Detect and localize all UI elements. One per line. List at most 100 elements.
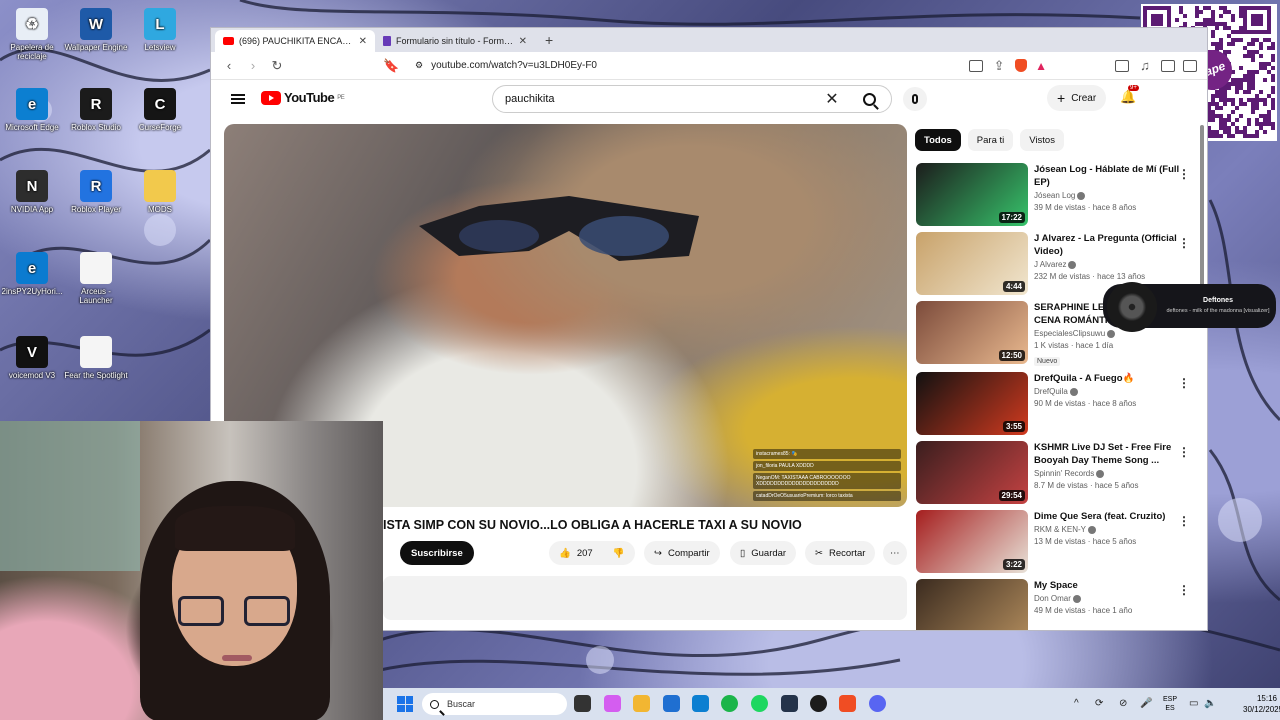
desktop-icon[interactable]: R Roblox Studio xyxy=(64,88,128,132)
desktop-icon[interactable]: Vvoicemod V3 xyxy=(0,336,64,380)
windows-start-icon[interactable] xyxy=(397,696,413,712)
channel-name[interactable]: J Alvarez xyxy=(1034,260,1180,269)
channel-name[interactable]: RKM & KEN-Y xyxy=(1034,525,1180,534)
chip-para-ti[interactable]: Para ti xyxy=(967,129,1014,151)
tray-app-icon[interactable]: ⟳ xyxy=(1095,698,1103,709)
brave-icon[interactable] xyxy=(839,695,856,712)
brave-rewards-icon[interactable]: ▲ xyxy=(1035,59,1047,73)
video-title[interactable]: KSHMR Live DJ Set - Free Fire Booyah Day… xyxy=(1034,441,1180,467)
video-thumbnail[interactable]: 3:55 xyxy=(916,372,1028,435)
split-view-icon[interactable] xyxy=(1161,59,1175,72)
recommended-video[interactable]: 17:22 Jósean Log - Háblate de Mí (Full EP… xyxy=(916,163,1196,227)
subscribe-button[interactable]: Suscribirse xyxy=(400,541,474,565)
menu-icon[interactable] xyxy=(231,94,245,104)
channel-name[interactable]: Spinnin' Records xyxy=(1034,469,1180,478)
discord-icon[interactable] xyxy=(869,695,886,712)
bookmark-icon[interactable]: 🔖 xyxy=(383,58,399,74)
music-icon[interactable]: ♫ xyxy=(1137,58,1153,73)
back-icon[interactable]: ‹ xyxy=(221,58,237,73)
youtube-logo[interactable]: YouTube PE xyxy=(261,90,345,105)
share-icon[interactable]: ⇪ xyxy=(991,58,1007,74)
recommendations-scrollbar[interactable] xyxy=(1200,125,1204,305)
wallet-icon[interactable] xyxy=(1183,59,1197,72)
edge-icon[interactable] xyxy=(692,695,709,712)
close-tab-icon[interactable]: ✕ xyxy=(359,36,367,47)
new-tab-button[interactable]: + xyxy=(535,32,563,52)
sidebar-icon[interactable] xyxy=(1115,59,1129,72)
site-info-icon[interactable]: ⚙ xyxy=(415,60,423,71)
desktop-icon[interactable]: R Roblox Player xyxy=(64,170,128,214)
video-thumbnail[interactable]: 12:50 xyxy=(916,301,1028,364)
channel-name[interactable]: DrefQuila xyxy=(1034,387,1180,396)
chip-todos[interactable]: Todos xyxy=(915,129,961,151)
cast-icon[interactable] xyxy=(969,59,984,72)
desktop-icon[interactable]: Fear the Spotlight xyxy=(64,336,128,380)
share-button[interactable]: ↪ Compartir xyxy=(644,541,720,565)
desktop-icon[interactable]: e Microsoft Edge xyxy=(0,88,64,132)
description-box[interactable] xyxy=(383,576,907,620)
video-thumbnail[interactable] xyxy=(916,579,1028,630)
recommended-video[interactable]: 29:54 KSHMR Live DJ Set - Free Fire Booya… xyxy=(916,441,1196,505)
channel-name[interactable]: EspecialesClipsuwu xyxy=(1034,329,1180,338)
recommended-video[interactable]: 3:55 DrefQuila - A Fuego🔥 DrefQuila 90 M de… xyxy=(916,372,1196,436)
more-options-icon[interactable]: ⋮ xyxy=(1178,167,1190,181)
chip-vistos[interactable]: Vistos xyxy=(1020,129,1064,151)
microphone-icon[interactable]: 🎤 xyxy=(1140,698,1152,709)
create-button[interactable]: + Crear xyxy=(1047,85,1107,111)
clear-search-icon[interactable]: ✕ xyxy=(817,89,847,109)
desktop-icon[interactable]: MODS xyxy=(128,170,192,214)
more-actions-button[interactable]: ⋯ xyxy=(883,541,907,565)
desktop-icon[interactable]: C CurseForge xyxy=(128,88,192,132)
network-icon[interactable]: ▭ xyxy=(1189,698,1198,709)
clock[interactable]: 15:16 30/12/2025 xyxy=(1243,693,1280,715)
search-input[interactable]: pauchikita xyxy=(493,93,817,105)
notifications-button[interactable]: 🔔 9+ xyxy=(1120,85,1139,105)
voice-search-button[interactable] xyxy=(903,87,927,111)
forward-icon[interactable]: › xyxy=(245,58,261,73)
like-button[interactable]: 👍 207 👎 xyxy=(549,541,635,565)
dislike-icon[interactable]: 👎 xyxy=(613,548,625,559)
desktop-icon[interactable]: Arceus - Launcher xyxy=(64,252,128,305)
desktop-icon[interactable]: e 2insPY2UyHori... xyxy=(0,252,64,296)
xbox-icon[interactable] xyxy=(810,695,827,712)
video-thumbnail[interactable]: 29:54 xyxy=(916,441,1028,504)
more-options-icon[interactable]: ⋮ xyxy=(1178,583,1190,597)
tab-forms[interactable]: Formulario sin título - Formularios de ✕ xyxy=(375,30,535,52)
more-options-icon[interactable]: ⋮ xyxy=(1178,445,1190,459)
now-playing-widget[interactable]: Deftones deftones - milk of the madonna … xyxy=(1103,282,1276,332)
steam-icon[interactable] xyxy=(781,695,798,712)
tab-youtube[interactable]: (696) PAUCHIKITA ENCARA TA ✕ xyxy=(215,30,375,52)
video-thumbnail[interactable]: 4:44 xyxy=(916,232,1028,295)
chevron-up-icon[interactable]: ^ xyxy=(1074,698,1079,709)
channel-name[interactable]: Don Omar xyxy=(1034,594,1180,603)
video-title[interactable]: DrefQuila - A Fuego🔥 xyxy=(1034,372,1180,385)
recommended-video[interactable]: 3:22 Dime Que Sera (feat. Cruzito) RKM & K… xyxy=(916,510,1196,574)
url-field[interactable]: ⚙ youtube.com/watch?v=u3LDH0Ey-F0 xyxy=(407,56,961,76)
close-tab-icon[interactable]: ✕ xyxy=(519,36,527,47)
file-explorer-icon[interactable] xyxy=(633,695,650,712)
desktop-icon[interactable]: ♻ Papelera de reciclaje xyxy=(0,8,64,61)
spotify-icon[interactable] xyxy=(751,695,768,712)
task-view-icon[interactable] xyxy=(574,695,591,712)
desktop-icon[interactable]: W Wallpaper Engine xyxy=(64,8,128,52)
more-options-icon[interactable]: ⋮ xyxy=(1178,236,1190,250)
more-options-icon[interactable]: ⋮ xyxy=(1178,376,1190,390)
brave-shield-icon[interactable] xyxy=(1015,59,1028,72)
video-title[interactable]: Dime Que Sera (feat. Cruzito) xyxy=(1034,510,1180,523)
channel-name[interactable]: Jósean Log xyxy=(1034,191,1180,200)
video-title[interactable]: J Alvarez - La Pregunta (Official Video) xyxy=(1034,232,1180,258)
copilot-icon[interactable] xyxy=(604,695,621,712)
search-button[interactable] xyxy=(847,86,891,112)
more-options-icon[interactable]: ⋮ xyxy=(1178,514,1190,528)
video-title[interactable]: Jósean Log - Háblate de Mí (Full EP) xyxy=(1034,163,1180,189)
language-indicator[interactable]: ESP ES xyxy=(1163,695,1177,713)
whatsapp-icon[interactable] xyxy=(721,695,738,712)
volume-icon[interactable]: 🔈 xyxy=(1204,698,1216,709)
store-icon[interactable] xyxy=(663,695,680,712)
save-button[interactable]: ▯ Guardar xyxy=(730,541,797,565)
taskbar-search[interactable]: Buscar xyxy=(422,693,567,715)
desktop-icon[interactable]: N NVIDIA App xyxy=(0,170,64,214)
desktop-icon[interactable]: L Letsview xyxy=(128,8,192,52)
tray-app-icon[interactable]: ⊘ xyxy=(1119,698,1127,709)
video-title[interactable]: My Space xyxy=(1034,579,1180,592)
